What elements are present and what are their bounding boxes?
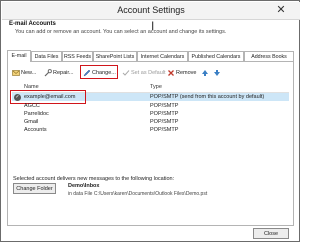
section-title: E-mail Accounts bbox=[9, 21, 56, 27]
account-row[interactable]: Parrelidoc POP/SMTP bbox=[12, 110, 289, 118]
check-icon bbox=[122, 69, 130, 76]
text-cursor-icon: I bbox=[151, 19, 155, 33]
tab-rss-feeds[interactable]: RSS Feeds bbox=[62, 51, 93, 61]
arrow-up-icon bbox=[202, 69, 208, 76]
set-default-button[interactable]: Set as Default bbox=[122, 68, 166, 79]
section-subtitle: You can add or remove an account. You ca… bbox=[15, 29, 227, 35]
account-type: POP/SMTP bbox=[150, 127, 179, 133]
account-row[interactable]: Accounts POP/SMTP bbox=[12, 126, 289, 134]
new-button[interactable]: New... bbox=[12, 68, 36, 79]
tab-published-calendars[interactable]: Published Calendars bbox=[188, 51, 244, 61]
new-button-label: New... bbox=[21, 70, 37, 76]
tab-sharepoint-lists[interactable]: SharePoint Lists bbox=[93, 51, 137, 61]
close-icon[interactable]: ✕ bbox=[268, 4, 294, 17]
repair-button[interactable]: Repair... bbox=[44, 68, 73, 79]
delivery-folder: Demo\Inbox bbox=[68, 183, 100, 189]
account-name: Gmail bbox=[24, 119, 39, 125]
new-mail-icon bbox=[12, 69, 20, 76]
change-folder-button[interactable]: Change Folder bbox=[13, 183, 56, 194]
column-type-header: Type bbox=[150, 84, 162, 90]
account-row[interactable]: AGCC POP/SMTP bbox=[12, 102, 289, 110]
account-name: Parrelidoc bbox=[24, 111, 49, 117]
account-type: POP/SMTP bbox=[150, 111, 179, 117]
delivery-file-path: in data File C:\Users\karen\Documents\Ou… bbox=[68, 191, 208, 197]
remove-x-icon bbox=[168, 69, 174, 76]
account-name: Accounts bbox=[24, 127, 47, 133]
account-type: POP/SMTP (send from this account by defa… bbox=[150, 94, 265, 100]
arrow-down-icon bbox=[214, 69, 220, 76]
repair-icon bbox=[44, 68, 52, 76]
repair-button-label: Repair... bbox=[53, 70, 74, 76]
tab-email[interactable]: E-mail bbox=[7, 50, 31, 62]
move-down-button[interactable] bbox=[213, 68, 222, 79]
move-up-button[interactable] bbox=[201, 68, 210, 79]
account-row[interactable]: Gmail POP/SMTP bbox=[12, 118, 289, 126]
email-tab-panel: New... Repair... Change... Set as Defaul… bbox=[7, 61, 294, 226]
account-type: POP/SMTP bbox=[150, 119, 179, 125]
account-settings-dialog: Account Settings ✕ E-mail Accounts You c… bbox=[0, 0, 300, 242]
tab-data-files[interactable]: Data Files bbox=[31, 51, 62, 61]
account-name: AGCC bbox=[24, 103, 40, 109]
window-title: Account Settings bbox=[117, 5, 185, 15]
change-button-highlight bbox=[80, 65, 118, 79]
tab-internet-calendars[interactable]: Internet Calendars bbox=[137, 51, 188, 61]
remove-button[interactable]: Remove bbox=[167, 68, 196, 79]
delivery-label: Selected account delivers new messages t… bbox=[13, 176, 175, 182]
close-button[interactable]: Close bbox=[253, 228, 289, 239]
account-type: POP/SMTP bbox=[150, 103, 179, 109]
remove-button-label: Remove bbox=[176, 70, 197, 76]
set-default-button-label: Set as Default bbox=[131, 70, 166, 76]
title-bar: Account Settings ✕ bbox=[2, 2, 300, 20]
tab-address-books[interactable]: Address Books bbox=[244, 51, 294, 61]
